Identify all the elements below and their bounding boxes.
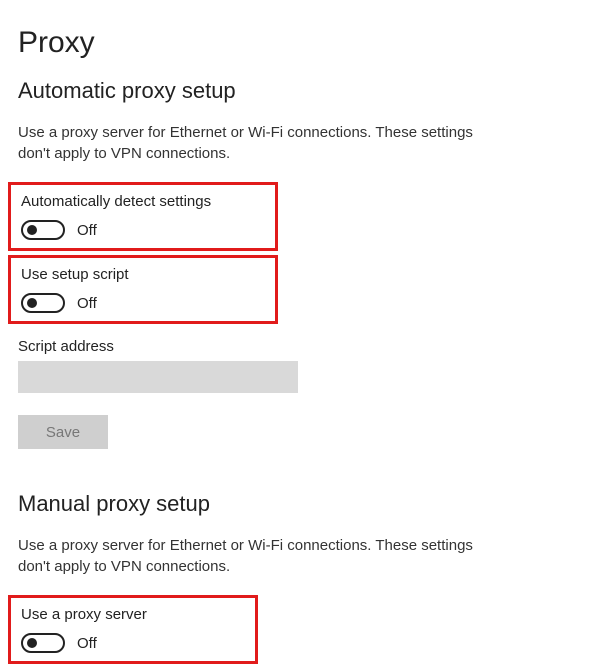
highlight-use-proxy: Use a proxy server Off <box>8 595 258 664</box>
automatic-heading: Automatic proxy setup <box>18 78 589 104</box>
auto-detect-label: Automatically detect settings <box>21 193 265 210</box>
script-address-label: Script address <box>18 338 589 355</box>
setup-script-state: Off <box>77 295 97 312</box>
script-address-input[interactable] <box>18 361 298 393</box>
toggle-knob <box>27 638 37 648</box>
toggle-knob <box>27 225 37 235</box>
manual-description: Use a proxy server for Ethernet or Wi-Fi… <box>18 535 478 577</box>
automatic-description: Use a proxy server for Ethernet or Wi-Fi… <box>18 122 478 164</box>
use-proxy-toggle[interactable] <box>21 633 65 653</box>
setup-script-label: Use setup script <box>21 266 265 283</box>
auto-detect-state: Off <box>77 222 97 239</box>
use-proxy-label: Use a proxy server <box>21 606 245 623</box>
auto-detect-toggle[interactable] <box>21 220 65 240</box>
toggle-knob <box>27 298 37 308</box>
highlight-setup-script: Use setup script Off <box>8 255 278 324</box>
highlight-auto-detect: Automatically detect settings Off <box>8 182 278 251</box>
use-proxy-state: Off <box>77 635 97 652</box>
save-button[interactable]: Save <box>18 415 108 449</box>
page-title: Proxy <box>18 26 589 60</box>
setup-script-toggle[interactable] <box>21 293 65 313</box>
manual-heading: Manual proxy setup <box>18 491 589 517</box>
